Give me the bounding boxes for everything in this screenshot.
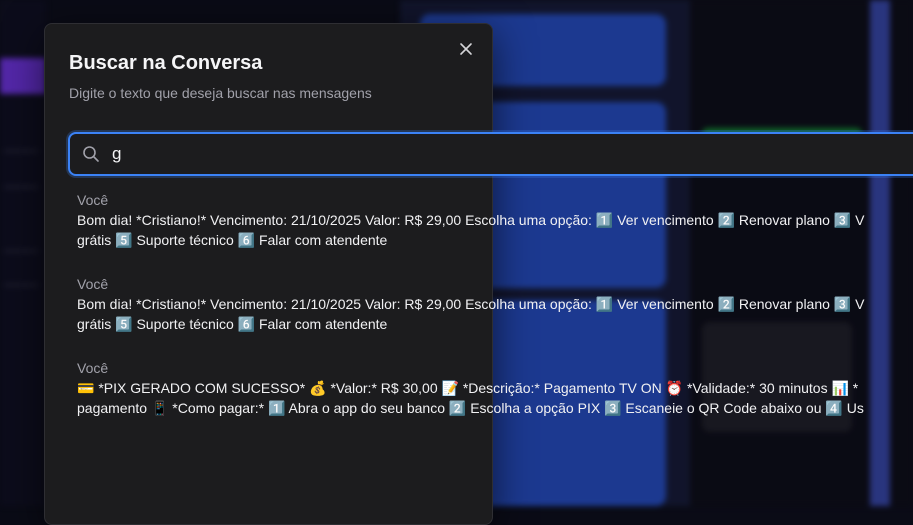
- result-text-line: Bom dia! *Cristiano!* Vencimento: 21/10/…: [77, 296, 865, 312]
- result-sender: Você: [77, 276, 109, 292]
- search-input[interactable]: [110, 140, 894, 168]
- search-result-item[interactable]: Você Bom dia! *Cristiano!* Vencimento: 2…: [77, 190, 913, 274]
- dialog-title: Buscar na Conversa: [69, 52, 263, 74]
- search-results: Você Bom dia! *Cristiano!* Vencimento: 2…: [77, 190, 913, 442]
- result-sender: Você: [77, 360, 109, 376]
- dialog-subtitle: Digite o texto que deseja buscar nas men…: [69, 85, 372, 101]
- background-active-item: [0, 58, 46, 94]
- close-button[interactable]: [455, 38, 477, 60]
- result-sender: Você: [77, 192, 109, 208]
- search-field[interactable]: [68, 132, 913, 176]
- search-result-item[interactable]: Você Bom dia! *Cristiano!* Vencimento: 2…: [77, 274, 913, 358]
- search-icon: [83, 146, 99, 162]
- close-icon: [460, 43, 472, 55]
- result-text-line: grátis 5️⃣ Suporte técnico 6️⃣ Falar com…: [77, 316, 388, 332]
- search-result-item[interactable]: Você 💳 *PIX GERADO COM SUCESSO* 💰 *Valor…: [77, 358, 913, 442]
- result-text-line: 💳 *PIX GERADO COM SUCESSO* 💰 *Valor:* R$…: [77, 380, 859, 396]
- result-text-line: Bom dia! *Cristiano!* Vencimento: 21/10/…: [77, 212, 865, 228]
- result-text-line: pagamento 📱 *Como pagar:* 1️⃣ Abra o app…: [77, 400, 864, 416]
- result-text-line: grátis 5️⃣ Suporte técnico 6️⃣ Falar com…: [77, 232, 388, 248]
